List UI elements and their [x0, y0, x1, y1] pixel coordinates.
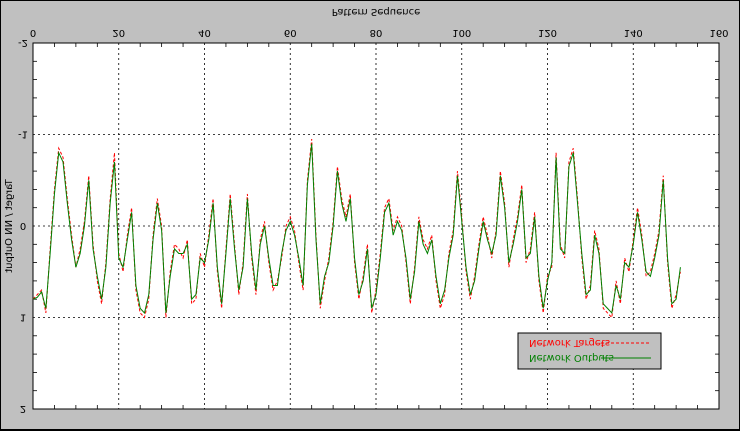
x-tick-label: 0	[30, 27, 36, 38]
y-tick-label: -2	[18, 37, 28, 48]
y-tick-label: 2	[20, 403, 26, 414]
line-chart: 0 20 40 60 80 100 120 140 160 -2 -1 0 1 2 Pattern Se…	[4, 6, 729, 414]
x-tick-label: 100	[452, 27, 471, 38]
legend: Network Targets Network Outputs	[517, 332, 662, 370]
y-tick-labels: -2 -1 0 1 2	[18, 37, 28, 414]
x-tick-label: 40	[198, 27, 211, 38]
y-tick-label: 1	[20, 312, 26, 323]
x-tick-label: 60	[284, 27, 297, 38]
legend-label-outputs: Network Outputs	[529, 352, 614, 363]
chart-window: 0 20 40 60 80 100 120 140 160 -2 -1 0 1 2 Pattern Se…	[0, 0, 740, 430]
x-tick-label: 160	[709, 27, 728, 38]
x-tick-label: 140	[624, 27, 643, 38]
x-tick-label: 80	[370, 27, 383, 38]
x-tick-label: 120	[538, 27, 557, 38]
y-axis-label: Target / NN Output	[4, 178, 15, 273]
x-tick-label: 20	[112, 27, 125, 38]
x-tick-labels: 0 20 40 60 80 100 120 140 160	[30, 27, 729, 38]
chart-title: Pattern Sequence	[332, 6, 420, 17]
y-tick-label: 0	[20, 220, 26, 231]
y-tick-label: -1	[18, 129, 28, 140]
legend-label-targets: Network Targets	[529, 337, 610, 348]
